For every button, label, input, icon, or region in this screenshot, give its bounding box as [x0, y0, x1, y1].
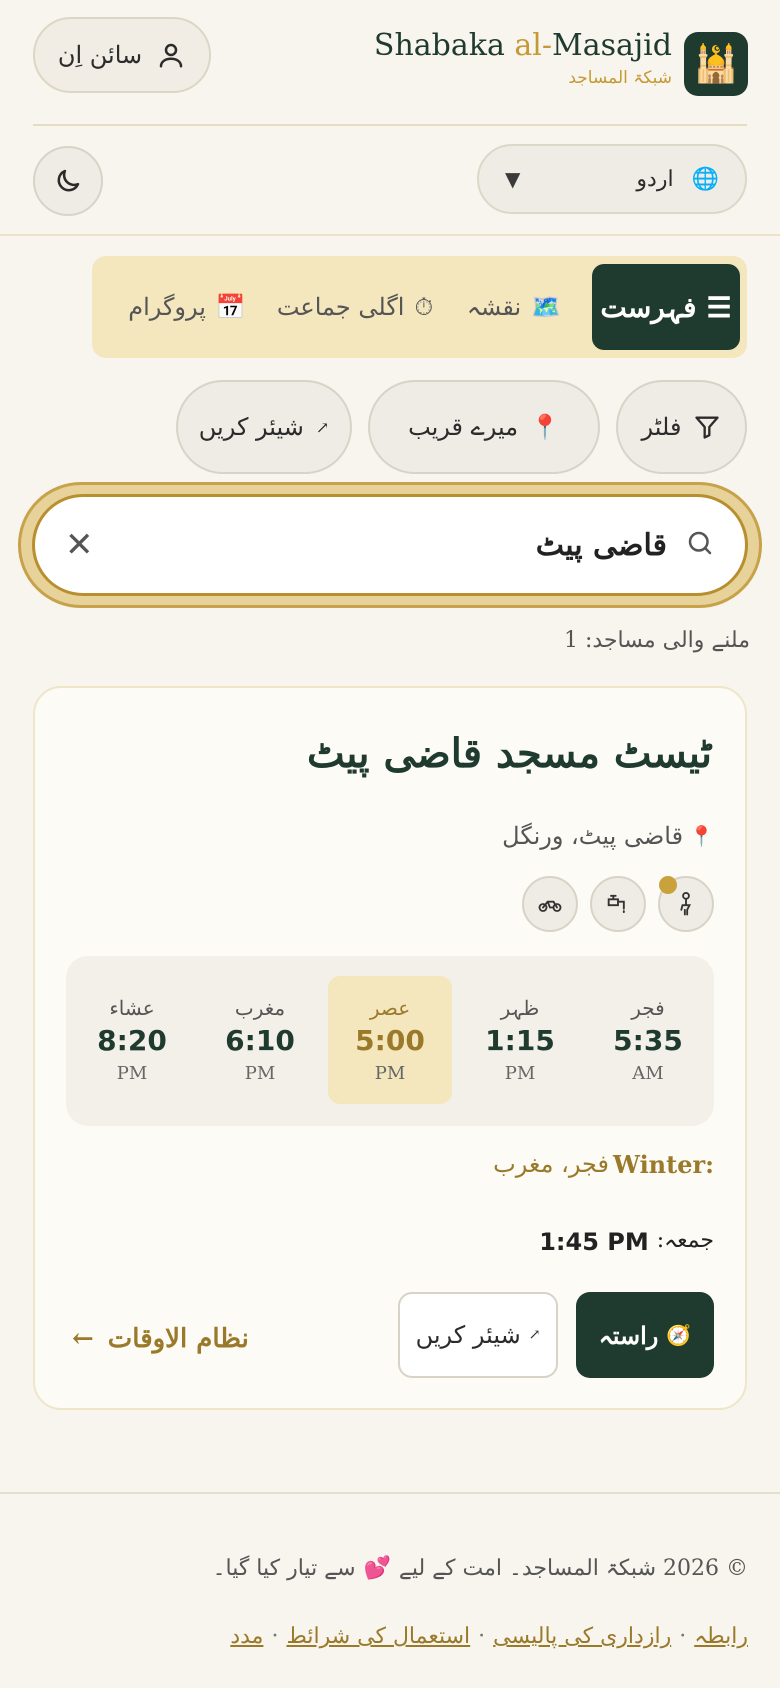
sign-in-label: سائن اِن: [57, 41, 143, 69]
amenity-status-dot: [659, 876, 677, 894]
sign-in-button[interactable]: سائن اِن: [33, 17, 211, 93]
mosque-name[interactable]: ٹیسٹ مسجد قاضی پیٹ: [307, 730, 712, 777]
footer-divider: [0, 1492, 780, 1494]
arrow-left-icon: ←: [72, 1324, 94, 1354]
brand-title: Shabaka al-Masajid: [373, 28, 672, 63]
filter-button[interactable]: فلٹر: [616, 380, 747, 474]
privacy-policy-link[interactable]: رازداری کی پالیسی: [493, 1624, 671, 1649]
prayer-fajr: فجر 5:35 AM: [613, 996, 683, 1084]
language-value: اردو: [636, 166, 674, 192]
header-divider: [33, 124, 747, 126]
brand-subtitle: شبکۃ المساجد: [568, 68, 672, 88]
prayer-zuhr: ظہر 1:15 PM: [485, 996, 555, 1084]
tab-map[interactable]: 🗺️ نقشہ: [444, 264, 584, 350]
terms-link[interactable]: استعمال کی شرائط: [286, 1624, 470, 1649]
mosque-location: 📍 قاضی پیٹ، ورنگل: [502, 822, 714, 850]
help-link[interactable]: مدد: [230, 1624, 263, 1649]
prayer-asr: عصر 5:00 PM: [328, 976, 452, 1104]
prayer-isha: عشاء 8:20 PM: [97, 996, 167, 1084]
dark-mode-toggle[interactable]: [33, 146, 103, 216]
prayer-maghrib: مغرب 6:10 PM: [225, 996, 295, 1084]
pin-icon: 📍: [689, 824, 714, 848]
footer-links: رابطہ · رازداری کی پالیسی · استعمال کی ش…: [230, 1624, 748, 1649]
footer-copyright: © 2026 شبکۃ المساجد۔ امت کے لیے 💕 سے تیا…: [212, 1556, 748, 1581]
view-tabs: ☰ فہرست 🗺️ نقشہ ⏱ اگلی جماعت 📅 پروگرام: [92, 256, 747, 358]
juma-time: جمعہ: 1:45 PM: [539, 1228, 714, 1256]
tab-next-jamaat[interactable]: ⏱ اگلی جماعت: [270, 264, 440, 350]
chevron-down-icon: ▼: [505, 167, 521, 191]
brand: Shabaka al-Masajid شبکۃ المساجد: [374, 28, 672, 88]
share-mosque-button[interactable]: ↗ شیئر کریں: [398, 1292, 558, 1378]
mosque-logo-icon: 🕌: [684, 32, 748, 96]
search-icon: [685, 528, 715, 562]
seasonal-note: Winter: فجر، مغرب: [493, 1150, 714, 1179]
share-list-button[interactable]: ↗ شیئر کریں: [176, 380, 352, 474]
prayer-times-panel: فجر 5:35 AM ظہر 1:15 PM عصر 5:00 PM مغرب…: [66, 956, 714, 1126]
globe-icon: 🌐: [691, 166, 719, 192]
calendar-icon: 📅: [215, 293, 246, 321]
contact-link[interactable]: رابطہ: [694, 1624, 748, 1649]
schedule-link[interactable]: نظام الاوقات ←: [72, 1324, 249, 1354]
amenity-parking-bike-icon: [522, 876, 578, 932]
near-me-button[interactable]: 📍 میرے قریب: [368, 380, 600, 474]
tab-programs[interactable]: 📅 پروگرام: [112, 264, 262, 350]
heart-icon: 💕: [363, 1556, 391, 1581]
section-divider: [0, 234, 780, 236]
share-icon: ↗: [528, 1327, 541, 1343]
timer-icon: ⏱: [414, 293, 434, 321]
pin-icon: 📍: [530, 413, 560, 441]
filter-icon: [695, 416, 720, 439]
tab-list[interactable]: ☰ فہرست: [592, 264, 740, 350]
map-icon: 🗺️: [531, 293, 562, 321]
moon-icon: [57, 169, 80, 192]
language-select[interactable]: ▼ 🌐 اردو: [477, 144, 747, 214]
amenity-wudu-tap-icon: [590, 876, 646, 932]
search-bar[interactable]: ✕ قاضی پیٹ: [32, 494, 748, 596]
close-icon[interactable]: ✕: [65, 525, 94, 565]
list-icon: ☰: [706, 290, 732, 324]
directions-button[interactable]: 🧭 راستہ: [576, 1292, 714, 1378]
share-icon: ↗: [315, 417, 330, 437]
user-icon: [159, 43, 183, 68]
result-count: ملنے والی مساجد: 1: [563, 628, 750, 653]
search-input[interactable]: قاضی پیٹ: [94, 528, 686, 563]
compass-icon: 🧭: [666, 1323, 692, 1347]
